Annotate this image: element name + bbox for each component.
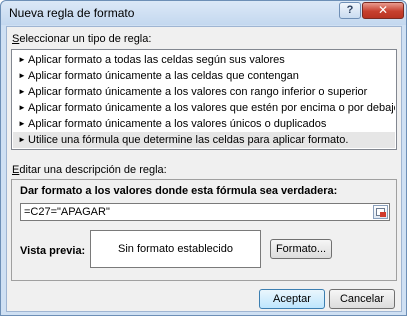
format-button[interactable]: Formato...	[270, 239, 332, 259]
formula-title: Dar formato a los valores donde esta fór…	[20, 185, 338, 197]
formula-input[interactable]: =C27="APAGAR"	[20, 203, 390, 221]
preview-label: Vista previa:	[20, 245, 86, 257]
rule-type-label: Seleccionar un tipo de regla:	[12, 33, 152, 45]
rule-type-item[interactable]: ► Aplicar formato únicamente a los valore…	[13, 100, 395, 116]
collapse-dialog-button[interactable]	[373, 205, 388, 219]
window-title: Nueva regla de formato	[9, 6, 135, 20]
rule-type-item[interactable]: ► Aplicar formato únicamente a las celdas…	[13, 68, 395, 84]
help-button[interactable]: ?	[339, 2, 361, 19]
dialog-body: Seleccionar un tipo de regla: ► Aplicar f…	[6, 26, 402, 312]
arrow-right-icon: ►	[18, 103, 26, 112]
dialog-window: Nueva regla de formato ? ✕ Seleccionar u…	[0, 0, 407, 316]
title-bar[interactable]: Nueva regla de formato ? ✕	[1, 1, 406, 25]
rule-type-item[interactable]: ► Aplicar formato únicamente a los valore…	[13, 84, 395, 100]
rule-type-item[interactable]: ► Aplicar formato a todas las celdas segú…	[13, 52, 395, 68]
arrow-right-icon: ►	[18, 55, 26, 64]
arrow-right-icon: ►	[18, 119, 26, 128]
rule-type-item-selected[interactable]: ► Utilice una fórmula que determine las c…	[13, 132, 395, 148]
formula-value: =C27="APAGAR"	[24, 206, 110, 218]
arrow-right-icon: ►	[18, 87, 26, 96]
close-button[interactable]: ✕	[362, 2, 404, 19]
arrow-right-icon: ►	[18, 71, 26, 80]
description-panel: Dar formato a los valores donde esta fór…	[11, 179, 397, 281]
close-icon: ✕	[377, 3, 389, 17]
arrow-right-icon: ►	[18, 135, 26, 144]
cancel-button[interactable]: Cancelar	[329, 289, 395, 309]
preview-box: Sin formato establecido	[90, 230, 261, 268]
rule-type-list[interactable]: ► Aplicar formato a todas las celdas segú…	[11, 49, 397, 150]
ok-button[interactable]: Aceptar	[259, 289, 325, 309]
rule-type-item[interactable]: ► Aplicar formato únicamente a los valore…	[13, 116, 395, 132]
description-label: Editar una descripción de regla:	[12, 164, 167, 176]
